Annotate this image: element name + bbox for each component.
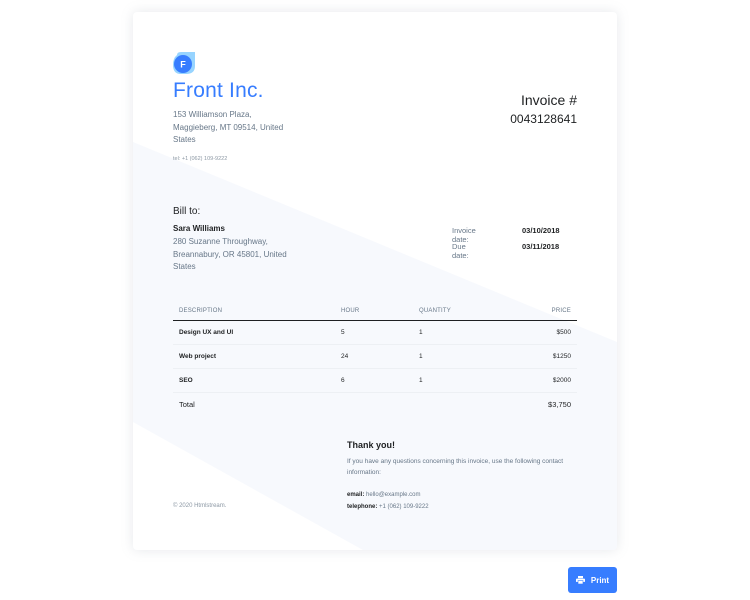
item-description: Web project xyxy=(173,344,335,369)
company-phone: tel: +1 (062) 109-9222 xyxy=(173,156,228,162)
invoice-number: 0043128641 xyxy=(510,112,577,126)
item-price: $1250 xyxy=(515,344,577,369)
item-description: SEO xyxy=(173,368,335,393)
thanks-text: If you have any questions concerning thi… xyxy=(347,458,564,476)
item-quantity: 1 xyxy=(413,344,515,369)
copyright: © 2020 Htmlstream. xyxy=(173,503,227,509)
telephone-line: telephone: +1 (062) 109-9222 xyxy=(347,501,429,513)
invoice-date-value: 03/10/2018 xyxy=(522,226,560,235)
table-header-row: DESCRIPTION HOUR QUANTITY PRICE xyxy=(173,302,577,321)
bill-to-heading: Bill to: xyxy=(173,206,201,217)
telephone-label: telephone: xyxy=(347,504,378,510)
item-price: $2000 xyxy=(515,368,577,393)
item-hour: 5 xyxy=(335,320,413,345)
logo-letter: F xyxy=(180,60,186,70)
table-row: Design UX and UI 5 1 $500 xyxy=(173,320,577,345)
invoice-title: Invoice # xyxy=(520,92,577,108)
table-row: SEO 6 1 $2000 xyxy=(173,368,577,393)
due-date-value: 03/11/2018 xyxy=(522,242,560,251)
total-row: Total $3,750 xyxy=(173,393,577,416)
company-name: Front Inc. xyxy=(173,79,264,102)
client-address: 280 Suzanne Throughway, Breannabury, OR … xyxy=(173,237,287,271)
header-quantity: QUANTITY xyxy=(413,302,515,321)
print-label: Print xyxy=(590,575,610,585)
items-table: DESCRIPTION HOUR QUANTITY PRICE Design U… xyxy=(173,302,577,415)
company-address: 153 Williamson Plaza, Maggieberg, MT 095… xyxy=(173,110,284,144)
telephone-value: +1 (062) 109-9222 xyxy=(379,504,429,510)
contact-info: email: hello@example.com telephone: +1 (… xyxy=(347,489,429,513)
due-date-label: Due date: xyxy=(452,242,469,260)
header-description: DESCRIPTION xyxy=(173,302,335,321)
total-value: $3,750 xyxy=(548,399,571,409)
email-label: email: xyxy=(347,492,365,498)
email-line: email: hello@example.com xyxy=(347,489,429,501)
thanks-title: Thank you! xyxy=(347,440,396,450)
table-row: Web project 24 1 $1250 xyxy=(173,344,577,369)
header-price: PRICE xyxy=(515,302,577,321)
item-price: $500 xyxy=(515,320,577,345)
item-quantity: 1 xyxy=(413,368,515,393)
company-logo-icon: F xyxy=(173,52,195,74)
header-hour: HOUR xyxy=(335,302,413,321)
email-link[interactable]: hello@example.com xyxy=(366,492,420,498)
item-description: Design UX and UI xyxy=(173,320,335,345)
item-hour: 6 xyxy=(335,368,413,393)
item-quantity: 1 xyxy=(413,320,515,345)
item-hour: 24 xyxy=(335,344,413,369)
printer-icon xyxy=(575,576,585,584)
invoice-card: F Front Inc. 153 Williamson Plaza, Maggi… xyxy=(133,12,617,550)
total-label: Total xyxy=(179,399,195,409)
client-name: Sara Williams xyxy=(173,224,225,233)
print-button[interactable]: Print xyxy=(568,567,617,593)
